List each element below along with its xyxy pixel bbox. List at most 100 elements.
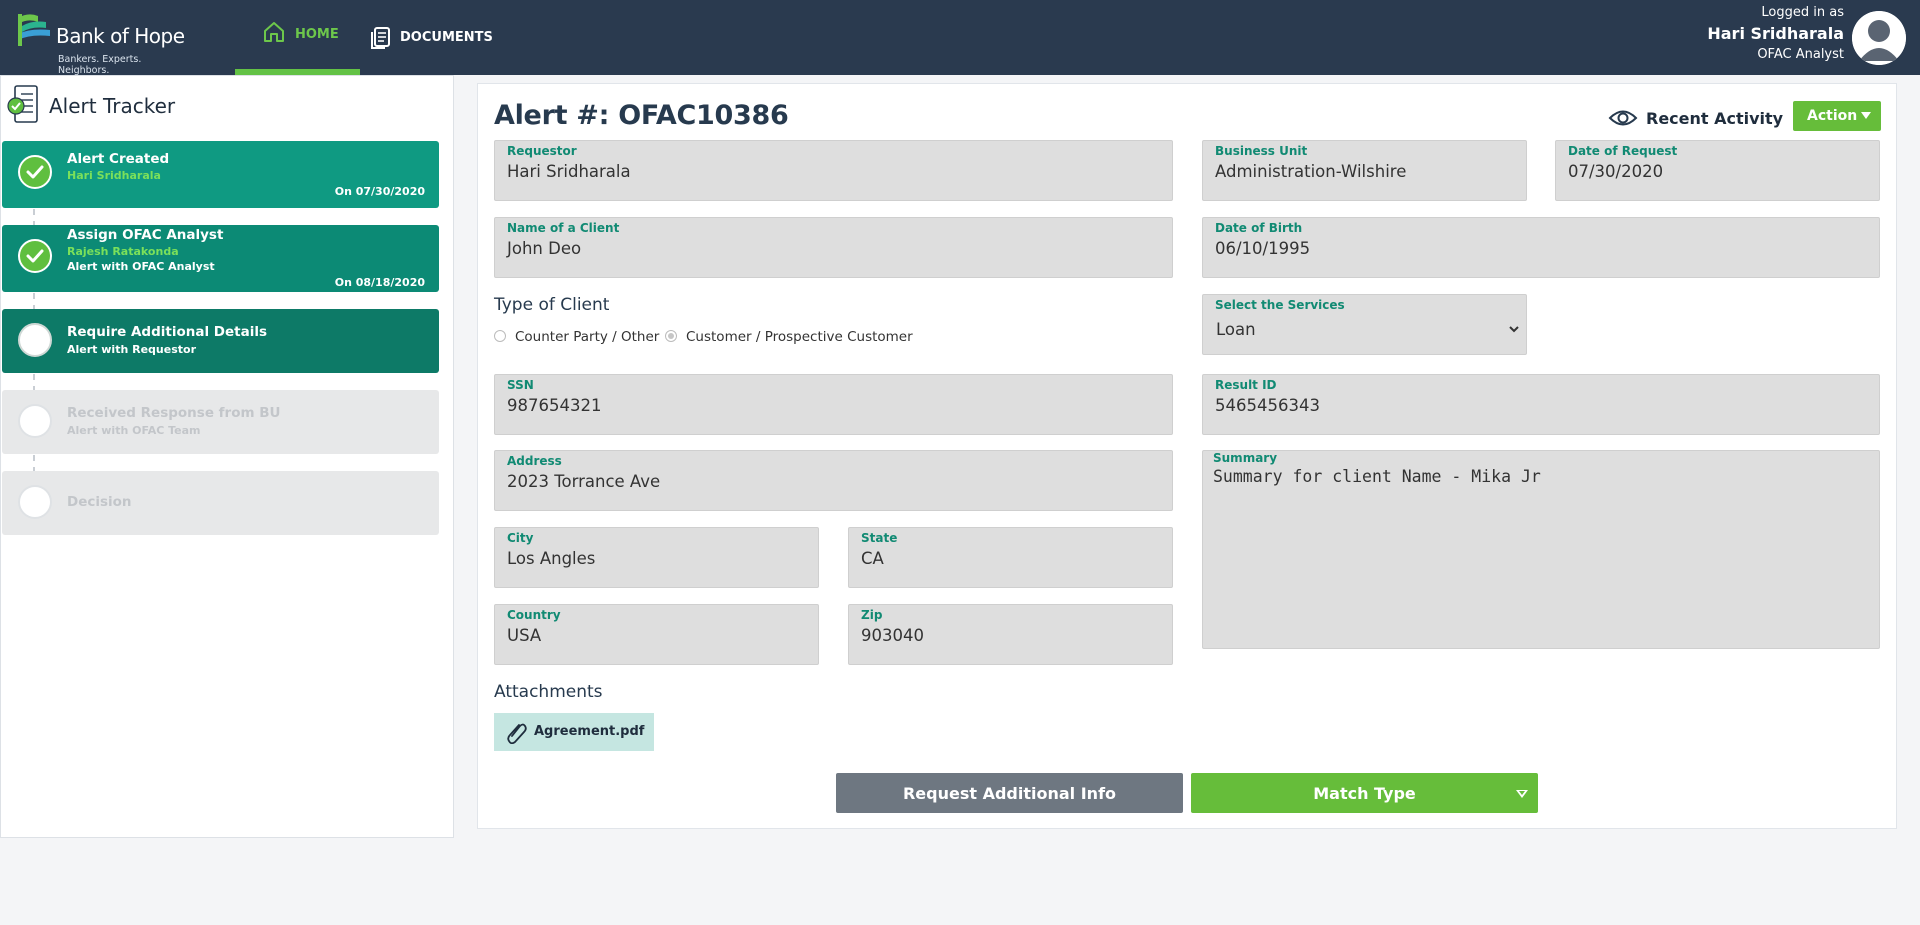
city-label: City bbox=[507, 531, 534, 545]
summary-label: Summary bbox=[1213, 451, 1278, 465]
address-value: 2023 Torrance Ave bbox=[507, 472, 661, 491]
type-of-client-label: Type of Client bbox=[494, 295, 610, 315]
eye-icon bbox=[1608, 110, 1638, 126]
attachments-label: Attachments bbox=[494, 682, 603, 702]
city-value: Los Angles bbox=[507, 549, 596, 568]
country-field[interactable]: Country USA bbox=[494, 604, 819, 665]
match-type-dropdown-button[interactable]: Match Type bbox=[1191, 773, 1538, 813]
brand-tagline: Bankers. Experts. Neighbors. bbox=[58, 54, 142, 76]
services-label: Select the Services bbox=[1215, 298, 1345, 312]
city-field[interactable]: City Los Angles bbox=[494, 527, 819, 588]
bank-logo[interactable]: Bank of Hope Bankers. Experts. Neighbors… bbox=[14, 10, 194, 76]
state-label: State bbox=[861, 531, 898, 545]
step-pending-icon bbox=[18, 404, 52, 438]
business-unit-field[interactable]: Business Unit Administration-Wilshire bbox=[1202, 140, 1527, 201]
step-person: Rajesh Ratakonda bbox=[67, 245, 179, 258]
zip-field[interactable]: Zip 903040 bbox=[848, 604, 1173, 665]
radio-counter-party-label: Counter Party / Other bbox=[515, 329, 660, 345]
tracker-step-require-details[interactable]: Require Additional Details Alert with Re… bbox=[2, 309, 439, 373]
business-unit-value: Administration-Wilshire bbox=[1215, 162, 1407, 181]
step-date: On 08/18/2020 bbox=[334, 276, 425, 289]
home-icon bbox=[264, 22, 284, 42]
paperclip-icon bbox=[507, 723, 527, 744]
match-type-label: Match Type bbox=[1313, 783, 1416, 803]
date-of-birth-field[interactable]: Date of Birth 06/10/1995 bbox=[1202, 217, 1880, 278]
result-id-field[interactable]: Result ID 5465456343 bbox=[1202, 374, 1880, 435]
step-title: Decision bbox=[67, 494, 132, 510]
date-of-request-field[interactable]: Date of Request 07/30/2020 bbox=[1555, 140, 1880, 201]
radio-customer[interactable] bbox=[665, 330, 677, 342]
user-avatar-icon[interactable] bbox=[1852, 11, 1906, 65]
user-role: OFAC Analyst bbox=[1757, 47, 1844, 62]
user-name: Hari Sridharala bbox=[1707, 24, 1844, 43]
step-title: Alert Created bbox=[67, 151, 170, 167]
alert-tracker-title: Alert Tracker bbox=[49, 94, 176, 118]
date-of-birth-value: 06/10/1995 bbox=[1215, 239, 1311, 258]
step-title: Assign OFAC Analyst bbox=[67, 227, 224, 243]
step-date: On 07/30/2020 bbox=[334, 185, 425, 198]
step-status: Alert with Requestor bbox=[67, 343, 196, 356]
alert-tracker-icon bbox=[7, 85, 38, 123]
services-select-field[interactable]: Select the Services Loan bbox=[1202, 294, 1527, 355]
documents-icon bbox=[371, 27, 390, 49]
top-bar: Bank of Hope Bankers. Experts. Neighbors… bbox=[0, 0, 1920, 76]
country-label: Country bbox=[507, 608, 561, 622]
radio-counter-party[interactable] bbox=[494, 330, 506, 342]
action-dropdown-button[interactable]: Action bbox=[1793, 101, 1881, 131]
zip-label: Zip bbox=[861, 608, 883, 622]
nav-home-label: HOME bbox=[295, 27, 339, 42]
alert-tracker-panel: Alert Tracker Alert Created Hari Sridhar… bbox=[0, 75, 454, 838]
business-unit-label: Business Unit bbox=[1215, 144, 1308, 158]
client-name-field[interactable]: Name of a Client John Deo bbox=[494, 217, 1173, 278]
state-field[interactable]: State CA bbox=[848, 527, 1173, 588]
step-status: Alert with OFAC Team bbox=[67, 424, 201, 437]
chevron-down-icon bbox=[1516, 790, 1528, 798]
step-title: Received Response from BU bbox=[67, 405, 281, 421]
brand-name: Bank of Hope bbox=[56, 24, 185, 48]
recent-activity-label: Recent Activity bbox=[1646, 109, 1784, 128]
ssn-field[interactable]: SSN 987654321 bbox=[494, 374, 1173, 435]
tracker-step-decision[interactable]: Decision bbox=[2, 471, 439, 535]
summary-field[interactable]: Summary Summary for client Name - Mika J… bbox=[1202, 450, 1880, 649]
address-label: Address bbox=[507, 454, 562, 468]
request-additional-info-button[interactable]: Request Additional Info bbox=[836, 773, 1183, 813]
nav-home[interactable]: HOME bbox=[235, 0, 360, 75]
logged-in-label: Logged in as bbox=[1761, 5, 1844, 20]
action-label: Action bbox=[1807, 108, 1858, 124]
state-value: CA bbox=[861, 549, 884, 568]
step-complete-icon bbox=[18, 155, 52, 189]
alert-title: Alert #: OFAC10386 bbox=[494, 100, 789, 131]
step-pending-icon bbox=[18, 485, 52, 519]
attachment-name: Agreement.pdf bbox=[534, 724, 645, 739]
nav-documents-label: DOCUMENTS bbox=[400, 30, 493, 45]
client-name-value: John Deo bbox=[507, 239, 582, 258]
step-status: Alert with OFAC Analyst bbox=[67, 260, 215, 273]
chevron-down-icon bbox=[1861, 112, 1871, 119]
ssn-label: SSN bbox=[507, 378, 534, 392]
bank-logo-mark-icon bbox=[18, 14, 50, 46]
zip-value: 903040 bbox=[861, 626, 924, 645]
tracker-step-alert-created[interactable]: Alert Created Hari Sridharala On 07/30/2… bbox=[2, 141, 439, 208]
result-id-value: 5465456343 bbox=[1215, 396, 1320, 415]
date-of-request-label: Date of Request bbox=[1568, 144, 1678, 158]
radio-customer-label: Customer / Prospective Customer bbox=[686, 329, 913, 345]
step-complete-icon bbox=[18, 239, 52, 273]
tracker-step-received-response[interactable]: Received Response from BU Alert with OFA… bbox=[2, 390, 439, 454]
result-id-label: Result ID bbox=[1215, 378, 1277, 392]
address-field[interactable]: Address 2023 Torrance Ave bbox=[494, 450, 1173, 511]
attachment-item[interactable]: Agreement.pdf bbox=[494, 713, 654, 751]
requestor-value: Hari Sridharala bbox=[507, 162, 631, 181]
services-select[interactable]: Loan bbox=[1212, 317, 1522, 341]
tracker-step-assign-analyst[interactable]: Assign OFAC Analyst Rajesh Ratakonda Ale… bbox=[2, 225, 439, 292]
client-name-label: Name of a Client bbox=[507, 221, 620, 235]
step-title: Require Additional Details bbox=[67, 324, 267, 340]
nav-documents[interactable]: DOCUMENTS bbox=[370, 0, 500, 75]
requestor-field[interactable]: Requestor Hari Sridharala bbox=[494, 140, 1173, 201]
user-info: Logged in as Hari Sridharala OFAC Analys… bbox=[1707, 4, 1844, 64]
ssn-value: 987654321 bbox=[507, 396, 602, 415]
step-person: Hari Sridharala bbox=[67, 169, 161, 182]
requestor-label: Requestor bbox=[507, 144, 577, 158]
date-of-birth-label: Date of Birth bbox=[1215, 221, 1303, 235]
date-of-request-value: 07/30/2020 bbox=[1568, 162, 1664, 181]
step-current-icon bbox=[18, 323, 52, 357]
